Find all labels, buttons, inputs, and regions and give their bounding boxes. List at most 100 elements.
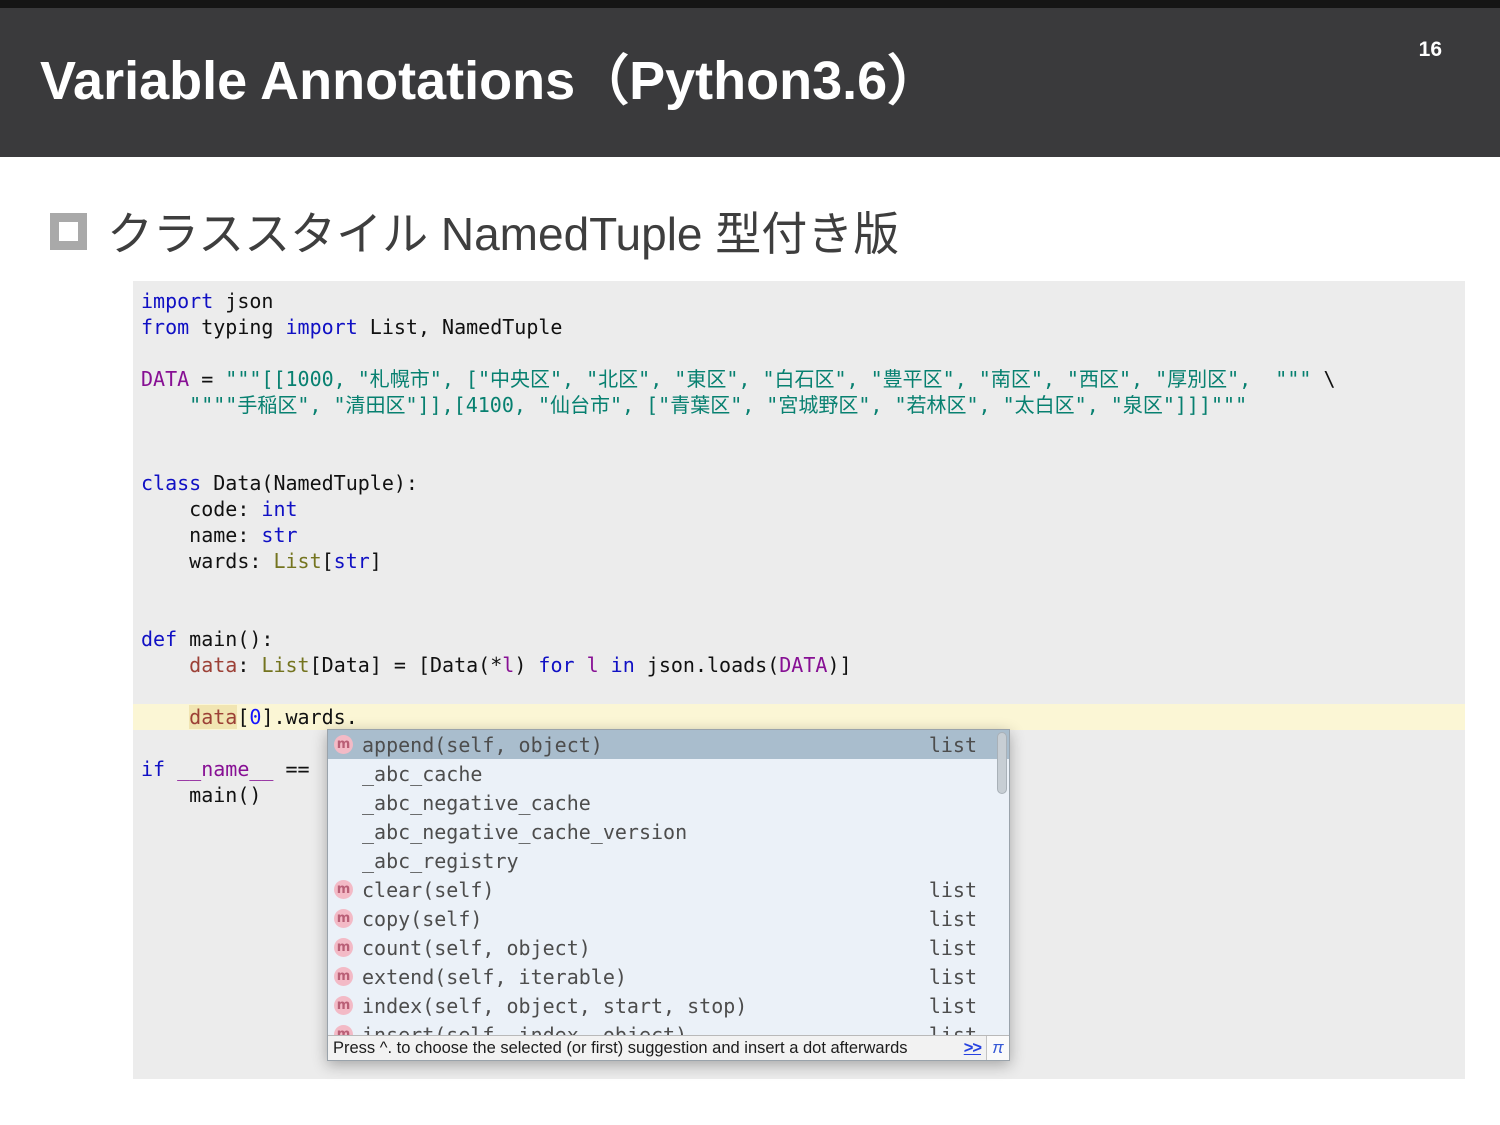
completion-return-type: list: [929, 993, 977, 1019]
code-token: """[[1000, "札幌市", ["中央区", "北区", "東区", "白…: [225, 367, 1311, 391]
code-token: data: [189, 653, 237, 677]
scrollbar-thumb[interactable]: [997, 732, 1007, 794]
code-token: List, NamedTuple: [358, 315, 563, 339]
code-token: [141, 653, 189, 677]
bullet-square-icon: [50, 213, 87, 250]
code-token: ==: [273, 757, 321, 781]
code-token: main(): [141, 783, 261, 807]
code-token: ]: [370, 549, 382, 573]
code-token: DATA: [141, 367, 189, 391]
completion-label: index(self, object, start, stop): [362, 993, 929, 1019]
code-token: l: [587, 653, 599, 677]
code-token: [141, 705, 189, 729]
method-icon: m: [334, 909, 353, 928]
completion-item[interactable]: mcopy(self)list: [328, 904, 1009, 933]
code-line: [133, 418, 1465, 444]
code-token: [: [237, 705, 249, 729]
code-line: [133, 444, 1465, 470]
completion-item[interactable]: m index(self, object, start, stop)list: [328, 991, 1009, 1020]
code-token: code:: [141, 497, 261, 521]
presentation-slide: Variable Annotations（Python3.6） 16 クラススタ…: [0, 0, 1500, 1125]
autocomplete-list: mappend(self, object)list_abc_cache_abc_…: [328, 730, 1009, 1035]
completion-item[interactable]: mclear(self)list: [328, 875, 1009, 904]
code-token: [Data] = [Data(*: [310, 653, 503, 677]
completion-item[interactable]: _abc_negative_cache_version: [328, 817, 1009, 846]
code-line: import json: [133, 288, 1465, 314]
completion-label: insert(self, index, object): [362, 1022, 929, 1036]
slide-header: Variable Annotations（Python3.6） 16: [0, 8, 1500, 157]
completion-return-type: list: [929, 935, 977, 961]
code-line: [133, 600, 1465, 626]
code-token: ].wards.: [261, 705, 357, 729]
code-line: name: str: [133, 522, 1465, 548]
code-token: def: [141, 627, 177, 651]
completion-item[interactable]: minsert(self, index, object)list: [328, 1020, 1009, 1035]
code-token: typing: [189, 315, 285, 339]
completion-label: copy(self): [362, 906, 929, 932]
code-token: :: [237, 653, 261, 677]
code-token: class: [141, 471, 201, 495]
code-token: [575, 653, 587, 677]
completion-item[interactable]: _abc_negative_cache: [328, 788, 1009, 817]
code-line: code: int: [133, 496, 1465, 522]
code-line: wards: List[str]: [133, 548, 1465, 574]
code-line: class Data(NamedTuple):: [133, 470, 1465, 496]
code-token: [599, 653, 611, 677]
completion-item[interactable]: _abc_registry: [328, 846, 1009, 875]
code-line: [133, 678, 1465, 704]
code-token: main():: [177, 627, 273, 651]
method-icon: m: [334, 967, 353, 986]
completion-item[interactable]: m append(self, object)list: [328, 730, 1009, 759]
code-token: List: [273, 549, 321, 573]
completion-label: _abc_cache: [362, 761, 977, 787]
code-token: if: [141, 757, 165, 781]
code-line: data: List[Data] = [Data(*l) for l in js…: [133, 652, 1465, 678]
code-token: json: [213, 289, 273, 313]
completion-label: append(self, object): [362, 732, 929, 758]
more-suggestions-link[interactable]: >>: [964, 1035, 981, 1061]
code-token: str: [334, 549, 370, 573]
code-token: int: [261, 497, 297, 521]
footer-hint-text: Press ^. to choose the selected (or firs…: [333, 1035, 964, 1061]
method-icon: m: [334, 996, 353, 1015]
code-token: 0: [249, 705, 261, 729]
completion-return-type: list: [929, 1022, 977, 1036]
code-token: ): [514, 653, 538, 677]
code-line: [133, 340, 1465, 366]
code-line: """"手稲区", "清田区"]],[4100, "仙台市", ["青葉区", …: [133, 392, 1465, 418]
code-token: data: [189, 705, 237, 729]
page-number: 16: [1419, 38, 1442, 62]
completion-label: _abc_registry: [362, 848, 977, 874]
code-token: [: [322, 549, 334, 573]
completion-item[interactable]: _abc_cache: [328, 759, 1009, 788]
code-token: name:: [141, 523, 261, 547]
code-token: [165, 757, 177, 781]
code-token: l: [502, 653, 514, 677]
code-token: """"手稲区", "清田区"]],[4100, "仙台市", ["青葉区", …: [141, 393, 1247, 417]
code-token: in: [611, 653, 635, 677]
code-editor-screenshot: import jsonfrom typing import List, Name…: [133, 281, 1465, 1079]
code-token: import: [141, 289, 213, 313]
code-token: import: [286, 315, 358, 339]
code-line: def main():: [133, 626, 1465, 652]
completion-label: count(self, object): [362, 935, 929, 961]
completion-label: _abc_negative_cache_version: [362, 819, 977, 845]
code-token: DATA: [779, 653, 827, 677]
code-line: DATA = """[[1000, "札幌市", ["中央区", "北区", "…: [133, 366, 1465, 392]
pi-symbol[interactable]: π: [986, 1036, 1009, 1060]
completion-item[interactable]: mcount(self, object)list: [328, 933, 1009, 962]
code-token: wards:: [141, 549, 273, 573]
completion-item[interactable]: mextend(self, iterable)list: [328, 962, 1009, 991]
method-icon: m: [334, 735, 353, 754]
completion-label: clear(self): [362, 877, 929, 903]
code-line: [133, 574, 1465, 600]
code-token: str: [261, 523, 297, 547]
completion-return-type: list: [929, 732, 977, 758]
code-token: __name__: [177, 757, 273, 781]
code-token: for: [538, 653, 574, 677]
code-token: List: [261, 653, 309, 677]
scrollbar[interactable]: [997, 732, 1007, 1033]
completion-label: extend(self, iterable): [362, 964, 929, 990]
code-token: )]: [827, 653, 851, 677]
code-token: \: [1311, 367, 1335, 391]
